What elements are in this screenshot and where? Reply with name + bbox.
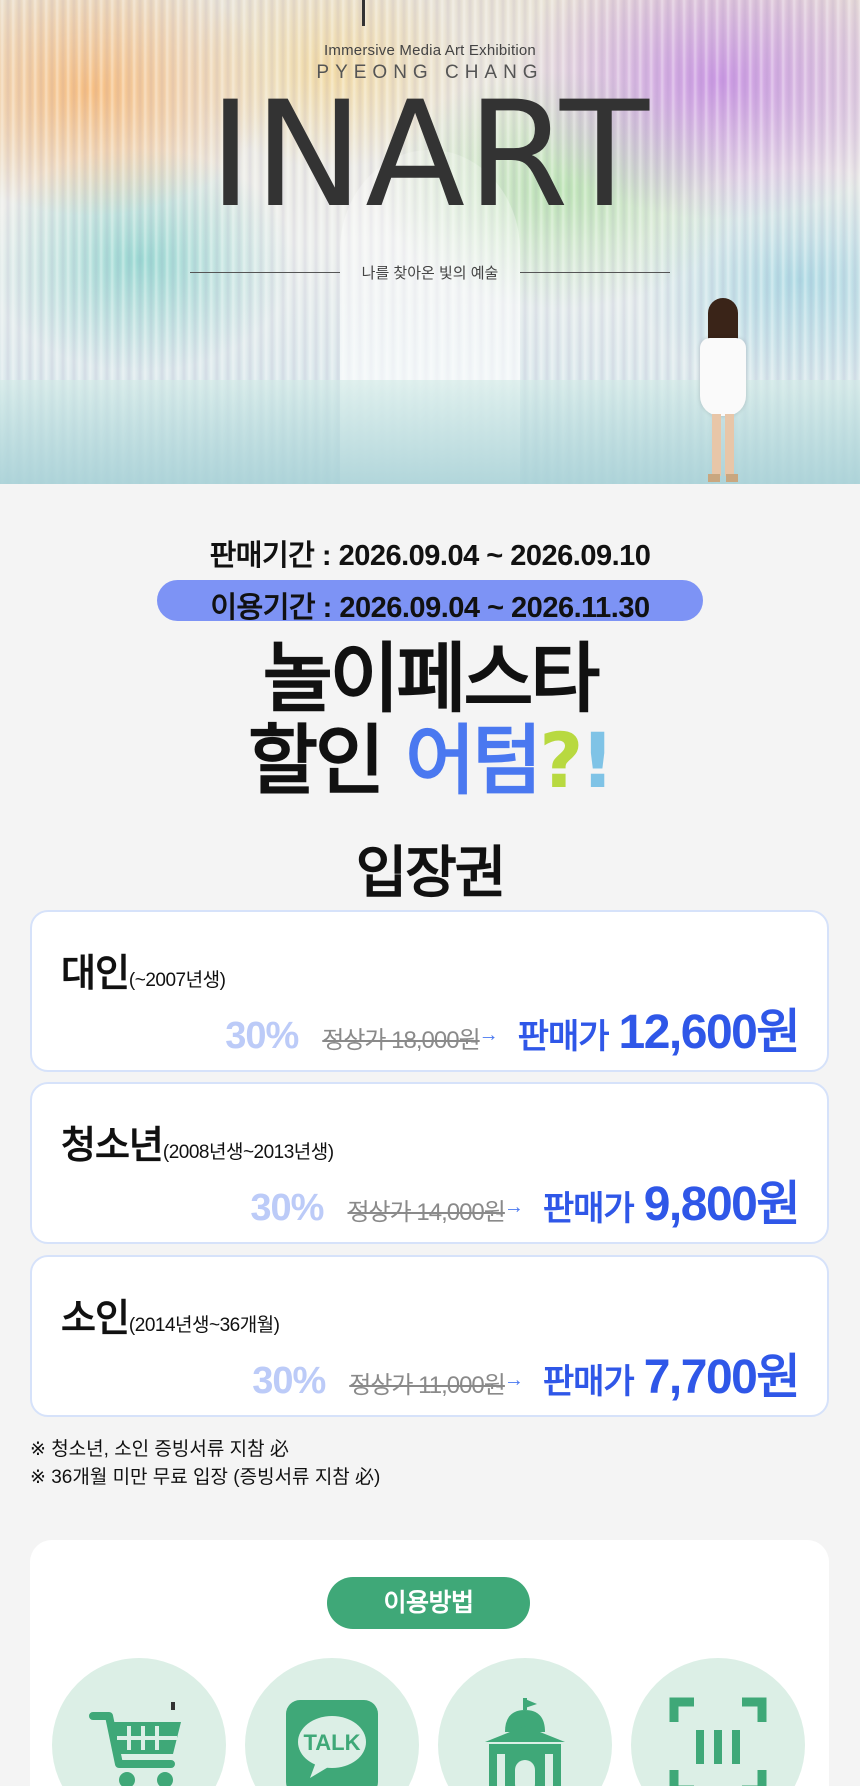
ticket-notes: ※ 청소년, 소인 증빙서류 지참 必 ※ 36개월 미만 무료 입장 (증빙서… bbox=[30, 1436, 380, 1492]
step-kakaotalk: TALK bbox=[245, 1658, 419, 1786]
exclamation-mark-glyph: ! bbox=[580, 716, 615, 805]
exhibition-subtitle: Immersive Media Art Exhibition bbox=[324, 42, 536, 59]
hanging-cord-decoration bbox=[362, 0, 365, 26]
ticket-card-adult[interactable]: 대인(~2007년생) 30% 정상가 18,000원 → 판매가 12,600원 bbox=[30, 910, 829, 1072]
arrow-right-icon: → bbox=[478, 1024, 499, 1046]
visitor-figure bbox=[698, 298, 748, 484]
section-title-admission: 입장권 bbox=[355, 841, 507, 904]
note-item: ※ 청소년, 소인 증빙서류 지참 必 bbox=[30, 1439, 289, 1460]
original-price: 정상가 11,000원 → bbox=[349, 1369, 524, 1399]
ticket-card-child[interactable]: 소인(2014년생~36개월) 30% 정상가 11,000원 → 판매가 7,7… bbox=[30, 1255, 829, 1417]
kakaotalk-icon: TALK bbox=[286, 1700, 378, 1786]
ticket-age-range: (2014년생~36개월) bbox=[128, 1315, 280, 1336]
sale-price: 9,800원 bbox=[643, 1178, 801, 1231]
headline-line-1: 놀이페스타 bbox=[262, 634, 601, 723]
tagline-divider-right bbox=[520, 271, 670, 273]
headline-discount-word: 할인 bbox=[248, 716, 406, 805]
barcode-scan-icon bbox=[669, 1697, 767, 1786]
sale-price-label: 판매가 bbox=[517, 1018, 610, 1056]
tagline-row: 나를 찾아온 빛의 예술 bbox=[190, 262, 670, 282]
sale-price-label: 판매가 bbox=[542, 1190, 635, 1228]
step-scan bbox=[631, 1658, 805, 1786]
tagline-divider-left bbox=[190, 271, 340, 273]
ticket-age-range: (2008년생~2013년생) bbox=[162, 1142, 334, 1163]
ticket-name: 소인(2014년생~36개월) bbox=[61, 1298, 280, 1340]
shopping-cart-icon bbox=[89, 1702, 181, 1786]
arrow-right-icon: → bbox=[503, 1369, 524, 1391]
inart-logo: INART bbox=[208, 70, 652, 240]
discount-rate: 30% bbox=[252, 1360, 326, 1402]
sale-price: 12,600원 bbox=[618, 1006, 801, 1059]
sale-period: 판매기간 : 2026.09.04 ~ 2026.09.10 bbox=[209, 540, 651, 572]
question-mark-glyph: ? bbox=[539, 716, 583, 805]
step-museum bbox=[438, 1658, 612, 1786]
hero-banner: Immersive Media Art Exhibition PYEONG CH… bbox=[0, 0, 860, 484]
headline-autumn-word: 어텀 bbox=[405, 716, 542, 805]
sale-price-label: 판매가 bbox=[542, 1363, 635, 1401]
svg-text:TALK: TALK bbox=[303, 1730, 360, 1755]
use-period: 이용기간 : 2026.09.04 ~ 2026.11.30 bbox=[210, 592, 650, 624]
original-price: 정상가 18,000원 → bbox=[322, 1024, 499, 1054]
ticket-price-row: 30% 정상가 11,000원 → 판매가 7,700원 bbox=[252, 1337, 800, 1404]
ticket-name: 청소년(2008년생~2013년생) bbox=[61, 1125, 334, 1167]
note-item: ※ 36개월 미만 무료 입장 (증빙서류 지참 必) bbox=[30, 1467, 381, 1488]
ticket-price-row: 30% 정상가 14,000원 → 판매가 9,800원 bbox=[250, 1164, 800, 1231]
tagline: 나를 찾아온 빛의 예술 bbox=[361, 264, 499, 282]
arrow-right-icon: → bbox=[503, 1196, 524, 1218]
ticket-age-range: (~2007년생) bbox=[128, 970, 226, 991]
ticket-name: 대인(~2007년생) bbox=[61, 953, 226, 995]
headline-line-2: 할인 어텀?! bbox=[0, 720, 860, 802]
original-price: 정상가 14,000원 → bbox=[347, 1196, 524, 1226]
discount-rate: 30% bbox=[225, 1015, 299, 1057]
ticket-card-youth[interactable]: 청소년(2008년생~2013년생) 30% 정상가 14,000원 → 판매가 … bbox=[30, 1082, 829, 1244]
museum-building-icon bbox=[485, 1698, 565, 1786]
step-cart bbox=[52, 1658, 226, 1786]
ticket-price-row: 30% 정상가 18,000원 → 판매가 12,600원 bbox=[225, 992, 800, 1059]
discount-rate: 30% bbox=[250, 1187, 324, 1229]
promo-headline: 놀이페스타 할인 어텀?! bbox=[0, 638, 860, 802]
usage-guide-card: 이용방법 TALK bbox=[30, 1540, 829, 1786]
sale-price: 7,700원 bbox=[643, 1351, 801, 1404]
usage-title-badge: 이용방법 bbox=[327, 1577, 530, 1629]
